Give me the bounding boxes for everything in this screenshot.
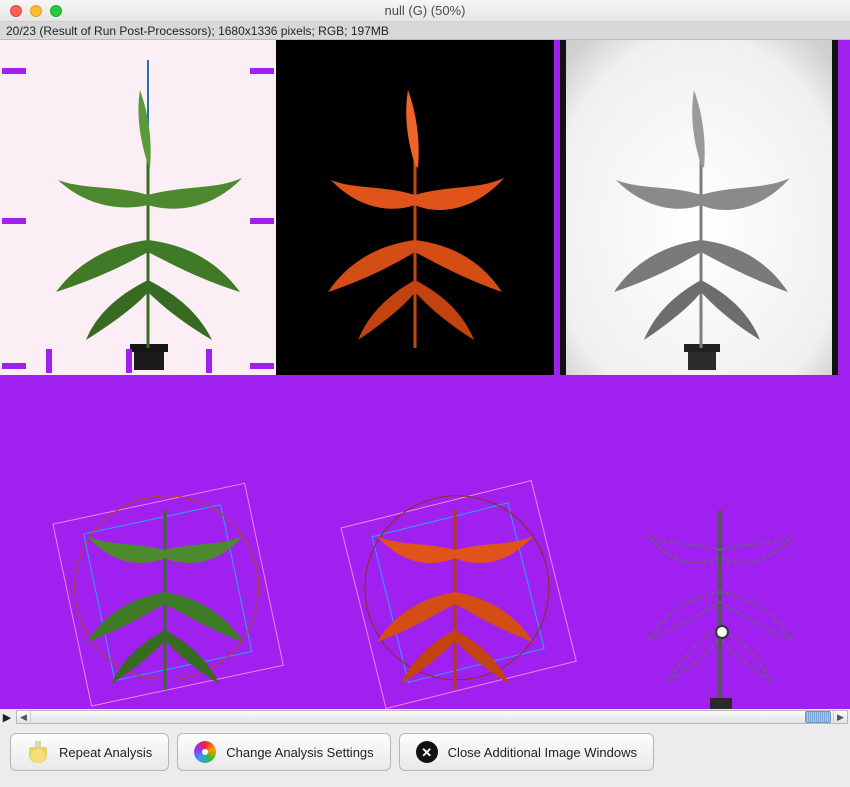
scroll-left-icon[interactable]: ◀	[17, 711, 31, 723]
plant-visible	[0, 40, 276, 375]
image-info-bar: 20/23 (Result of Run Post-Processors); 1…	[0, 22, 850, 40]
plant-fluorescence	[276, 40, 554, 375]
repeat-analysis-label: Repeat Analysis	[59, 745, 152, 760]
panel-analysis-visible	[30, 410, 300, 709]
panel-visible-light	[0, 40, 276, 375]
panel-fluorescence	[276, 40, 554, 375]
frame-scrollbar[interactable]: ◀ ▶	[16, 710, 848, 724]
traffic-lights	[0, 5, 62, 17]
close-window-button[interactable]	[10, 5, 22, 17]
plant-nir	[566, 40, 832, 375]
palette-icon	[194, 741, 216, 763]
panel-analysis-fluorescence	[320, 410, 590, 709]
scroll-thumb[interactable]	[805, 711, 831, 723]
change-analysis-settings-label: Change Analysis Settings	[226, 745, 373, 760]
frame-scroll-row: ▶ ◀ ▶	[0, 709, 850, 725]
minimize-window-button[interactable]	[30, 5, 42, 17]
action-button-row: Repeat Analysis Change Analysis Settings…	[0, 725, 850, 775]
change-analysis-settings-button[interactable]: Change Analysis Settings	[177, 733, 390, 771]
image-info-text: 20/23 (Result of Run Post-Processors); 1…	[6, 24, 389, 38]
close-additional-windows-button[interactable]: Close Additional Image Windows	[399, 733, 654, 771]
play-icon[interactable]: ▶	[0, 711, 14, 724]
close-icon	[416, 741, 438, 763]
window-title: null (G) (50%)	[0, 3, 850, 18]
flask-icon	[27, 741, 49, 763]
titlebar: null (G) (50%)	[0, 0, 850, 22]
panel-nir	[560, 40, 838, 375]
zoom-window-button[interactable]	[50, 5, 62, 17]
repeat-analysis-button[interactable]: Repeat Analysis	[10, 733, 169, 771]
panel-analysis-nir	[610, 410, 840, 709]
close-additional-windows-label: Close Additional Image Windows	[448, 745, 637, 760]
scroll-right-icon[interactable]: ▶	[833, 711, 847, 723]
image-canvas[interactable]	[0, 40, 850, 709]
